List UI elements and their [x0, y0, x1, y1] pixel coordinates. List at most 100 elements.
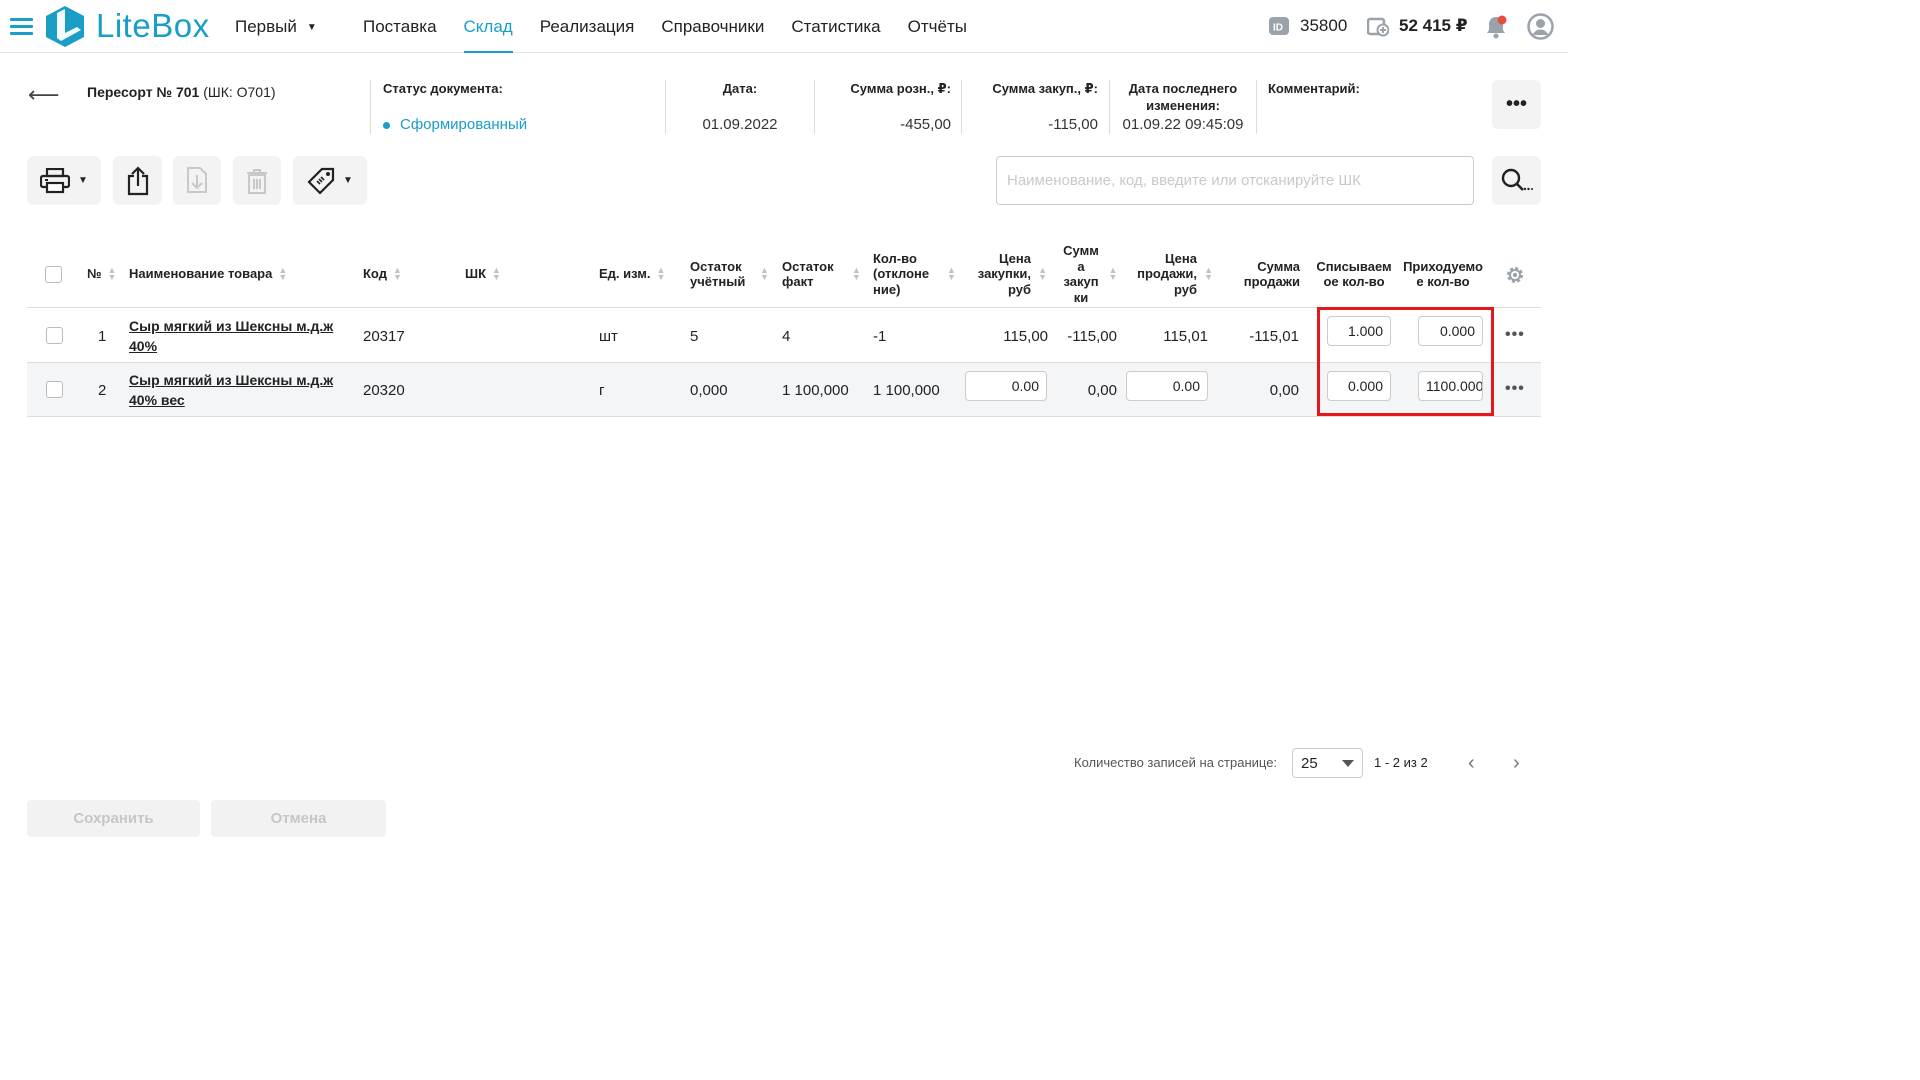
column-header-label: Остаток учётный	[690, 258, 746, 290]
table-row[interactable]: 1 Сыр мягкий из Шексны м.д.ж 40% 20317 ш…	[27, 309, 1541, 363]
row-more-icon[interactable]: •••	[1505, 326, 1525, 344]
search-button[interactable]	[1492, 156, 1541, 205]
row-more-icon[interactable]: •••	[1505, 380, 1525, 398]
hamburger-menu-icon[interactable]	[10, 18, 33, 36]
cancel-button[interactable]: Отмена	[211, 800, 386, 837]
user-avatar-icon[interactable]	[1527, 13, 1554, 40]
product-search-input[interactable]	[996, 156, 1474, 205]
column-settings-gear-icon[interactable]	[1505, 265, 1525, 285]
retail-sum-block: Сумма розн., ₽: -455,00	[815, 80, 951, 134]
price-tag-button[interactable]: ▼	[293, 156, 367, 205]
chevron-down-icon: ▼	[306, 21, 317, 33]
cell-sell-sum: -115,01	[1249, 327, 1299, 345]
column-header-stock-accounted[interactable]: Остаток учётный ▲ ▼	[690, 240, 770, 308]
document-more-button[interactable]: •••	[1492, 80, 1541, 129]
column-header-label: Код	[363, 266, 387, 282]
product-link[interactable]: Сыр мягкий из Шексны м.д.ж 40% вес	[129, 370, 354, 410]
account-id[interactable]: ID 35800	[1268, 15, 1347, 37]
cell-qty-deviation: -1	[873, 327, 887, 345]
cell-code: 20317	[363, 327, 405, 345]
column-header-label: Списываем ое кол-во	[1316, 258, 1392, 290]
page-size-select[interactable]: 25	[1292, 748, 1363, 778]
select-all-checkbox[interactable]	[45, 266, 62, 283]
column-header-label: Цена закупки, руб	[977, 250, 1031, 297]
save-button[interactable]: Сохранить	[27, 800, 200, 837]
column-header-unit[interactable]: Ед. изм. ▲ ▼	[599, 240, 667, 308]
last-change-value: 01.09.22 09:45:09	[1122, 116, 1244, 133]
store-selector[interactable]: Первый ▼	[235, 17, 317, 37]
table-row[interactable]: 2 Сыр мягкий из Шексны м.д.ж 40% вес 203…	[27, 363, 1541, 417]
sell-price-input[interactable]: 0.00	[1126, 371, 1208, 401]
sort-icon: ▲ ▼	[1038, 265, 1047, 282]
purchase-sum-value: -115,00	[1048, 116, 1098, 133]
svg-text:ID: ID	[1273, 23, 1283, 34]
purchase-sum-label: Сумма закуп., ₽:	[992, 81, 1098, 96]
import-button[interactable]	[173, 156, 221, 205]
product-link[interactable]: Сыр мягкий из Шексны м.д.ж 40%	[129, 316, 354, 356]
menu-item-supply[interactable]: Поставка	[363, 0, 437, 53]
column-header-label: Цена продажи, руб	[1137, 250, 1197, 297]
column-header-name[interactable]: Наименование товара ▲ ▼	[129, 240, 288, 308]
sort-icon: ▲ ▼	[760, 265, 769, 282]
top-navbar: LiteBox Первый ▼ Поставка Склад Реализац…	[0, 0, 1568, 53]
column-header-code[interactable]: Код ▲ ▼	[363, 240, 403, 308]
comment-label: Комментарий:	[1268, 81, 1360, 96]
column-header-writeoff[interactable]: Списываем ое кол-во	[1314, 240, 1394, 308]
balance-value: 52 415 ₽	[1399, 16, 1468, 35]
comment-block: Комментарий:	[1268, 80, 1468, 134]
row-checkbox[interactable]	[46, 327, 63, 344]
status-dot-icon	[383, 121, 390, 129]
column-header-qty-deviation[interactable]: Кол-во (отклоне ние) ▲ ▼	[873, 240, 957, 308]
menu-item-statistics[interactable]: Статистика	[791, 0, 880, 53]
balance[interactable]: 52 415 ₽	[1367, 15, 1468, 37]
cell-name: Сыр мягкий из Шексны м.д.ж 40% вес	[129, 363, 354, 417]
cell-num: 2	[98, 381, 107, 399]
logo-text: LiteBox	[96, 7, 210, 44]
back-arrow-icon[interactable]: ⟵	[28, 82, 60, 108]
notification-bell-icon[interactable]	[1484, 14, 1508, 40]
wallet-add-icon	[1367, 17, 1389, 37]
print-button[interactable]: ▼	[27, 156, 101, 205]
column-header-barcode[interactable]: ШК ▲ ▼	[465, 240, 502, 308]
column-header-sell-sum[interactable]: Сумма продажи	[1224, 240, 1300, 308]
document-title: Пересорт № 701 (ШК: O701)	[87, 84, 276, 100]
logo[interactable]: LiteBox	[44, 5, 210, 47]
column-header-num[interactable]: № ▲ ▼	[87, 240, 118, 308]
status-value-wrap: Сформированный	[383, 116, 527, 133]
column-header-sell-price[interactable]: Цена продажи, руб ▲ ▼	[1129, 240, 1213, 308]
menu-item-directories[interactable]: Справочники	[661, 0, 764, 53]
menu-item-reports[interactable]: Отчёты	[908, 0, 967, 53]
buy-price-input[interactable]: 0.00	[965, 371, 1047, 401]
menu-item-warehouse[interactable]: Склад	[463, 0, 513, 53]
prev-page-icon[interactable]: ‹	[1468, 752, 1475, 775]
export-button[interactable]	[113, 156, 162, 205]
sort-icon: ▲ ▼	[947, 265, 956, 282]
column-header-label: Остаток факт	[782, 258, 834, 290]
cell-stock-fact: 4	[782, 327, 791, 345]
page-size-value: 25	[1301, 754, 1318, 772]
cell-buy-sum: 0,00	[1087, 381, 1117, 399]
row-checkbox[interactable]	[46, 381, 63, 398]
chevron-down-icon: ▼	[78, 175, 88, 186]
litebox-logo-icon	[46, 6, 84, 47]
column-header-buy-price[interactable]: Цена закупки, руб ▲ ▼	[973, 240, 1047, 308]
column-header-buy-sum[interactable]: Сумм а закуп ки ▲ ▼	[1060, 240, 1118, 308]
delete-button[interactable]	[233, 156, 281, 205]
sort-icon: ▲ ▼	[656, 265, 666, 282]
sort-icon: ▲ ▼	[392, 265, 402, 282]
dropdown-arrow-icon	[1342, 760, 1354, 767]
document-title-prefix: Пересорт № 701	[87, 84, 200, 100]
divider	[1256, 80, 1257, 134]
share-export-icon	[127, 165, 148, 195]
column-header-label: ШК	[465, 266, 486, 282]
next-page-icon[interactable]: ›	[1513, 752, 1520, 775]
more-dots-icon: •••	[1505, 93, 1527, 115]
cell-qty-deviation: 1 100,000	[873, 381, 940, 399]
menu-item-sales[interactable]: Реализация	[540, 0, 635, 53]
column-header-stock-fact[interactable]: Остаток факт ▲ ▼	[782, 240, 862, 308]
column-header-incoming[interactable]: Приходуемо е кол-во	[1400, 240, 1486, 308]
column-header-label: Ед. изм.	[599, 266, 651, 282]
last-change-block: Дата последнего изменения: 01.09.22 09:4…	[1110, 80, 1256, 134]
divider	[370, 80, 371, 134]
store-name: Первый	[235, 17, 297, 36]
